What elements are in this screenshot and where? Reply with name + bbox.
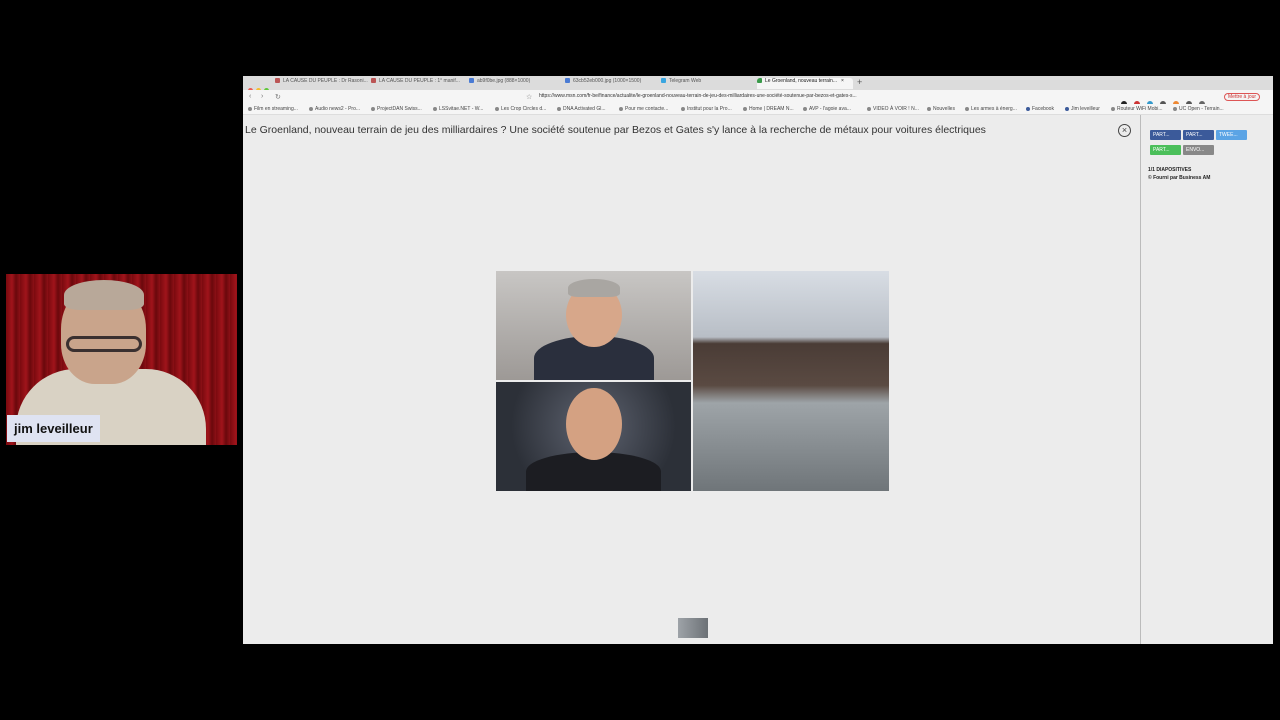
page-content: Le Groenland, nouveau terrain de jeu des… — [243, 115, 1273, 644]
bookmark-icon — [1065, 106, 1069, 111]
tab-label: ab9f0be.jpg (888×1000) — [477, 78, 531, 84]
tab-label: Le Groenland, nouveau terrain... — [765, 78, 837, 84]
slide-counter: 1/1 DIAPOSITIVES — [1148, 167, 1192, 173]
bookmark-item[interactable]: LSSvitae.NET - W... — [433, 106, 483, 112]
share-whatsapp-button[interactable]: PART... — [1150, 145, 1181, 155]
tab-1[interactable]: LA CAUSE DU PEUPLE : Dr Rasoni... — [275, 78, 369, 89]
hair-shape — [568, 279, 620, 297]
address-bar[interactable]: https://www.msn.com/fr-be/finance/actual… — [539, 93, 939, 101]
bookmark-icon — [495, 106, 499, 111]
bookmark-icon — [965, 106, 969, 111]
tab-5[interactable]: Telegram Web — [661, 78, 755, 89]
bookmark-item[interactable]: Audio news2 - Pro... — [309, 106, 360, 112]
bookmark-item[interactable]: Les Crop Circles d... — [495, 106, 546, 112]
webcam-name-label: jim leveilleur — [7, 415, 100, 442]
tab-favicon — [661, 78, 666, 84]
person-hair — [64, 280, 144, 310]
bookmark-item[interactable]: DNA Activated Gl... — [557, 106, 606, 112]
browser-toolbar: ‹ › ↻ ☆ https://www.msn.com/fr-be/financ… — [243, 90, 1273, 107]
tab-3[interactable]: ab9f0be.jpg (888×1000) — [469, 78, 563, 89]
tab-favicon — [469, 78, 474, 84]
bookmarks-bar: Film en streaming... Audio news2 - Pro..… — [243, 104, 1273, 115]
slide-thumbnail[interactable] — [678, 618, 708, 638]
forward-icon[interactable]: › — [261, 93, 263, 100]
close-tab-icon[interactable]: × — [841, 78, 844, 84]
bookmark-item[interactable]: Facebook — [1026, 106, 1054, 112]
bookmark-star-icon[interactable]: ☆ — [526, 93, 532, 101]
share-twitter-button[interactable]: TWEE... — [1216, 130, 1247, 140]
image-credit: © Fourni par Business AM — [1148, 175, 1211, 181]
reload-icon[interactable]: ↻ — [275, 93, 281, 101]
tab-favicon — [757, 78, 762, 84]
bookmark-icon — [433, 106, 437, 111]
photo-man-bald — [496, 382, 691, 491]
bookmark-icon — [803, 106, 807, 111]
bookmark-icon — [867, 106, 871, 111]
bookmark-item[interactable]: ProjectDAN Swiss... — [371, 106, 422, 112]
update-button[interactable]: Mettre à jour — [1224, 93, 1261, 101]
article-title: Le Groenland, nouveau terrain de jeu des… — [245, 124, 986, 136]
share-facebook-button[interactable]: PART... — [1183, 130, 1214, 140]
bookmark-icon — [557, 106, 561, 111]
tab-favicon — [275, 78, 280, 84]
slideshow-info: 1/1 DIAPOSITIVES © Fourni par Business A… — [1148, 166, 1210, 182]
tab-label: Telegram Web — [669, 78, 702, 84]
glasses — [66, 336, 142, 352]
bookmark-icon — [681, 106, 685, 111]
tab-2[interactable]: LA CAUSE DU PEUPLE : 1° manif... — [371, 78, 465, 89]
bookmark-item[interactable]: Routeur WiFi Mobi... — [1111, 106, 1163, 112]
share-linkedin-button[interactable]: PART... — [1150, 130, 1181, 140]
bookmark-item[interactable]: Jim leveilleur — [1065, 106, 1100, 112]
sidebar-divider — [1140, 115, 1141, 644]
share-email-button[interactable]: ENVO... — [1183, 145, 1214, 155]
bookmark-item[interactable]: Pour me contacte... — [619, 106, 668, 112]
bookmark-item[interactable]: Les armes à énerg... — [965, 106, 1017, 112]
bookmark-item[interactable]: VIDEO À VOIR ! N... — [867, 106, 919, 112]
face-shape — [566, 388, 622, 460]
tab-4[interactable]: 63cb52eb000.jpg (1000×1500) — [565, 78, 659, 89]
tab-active[interactable]: Le Groenland, nouveau terrain... × — [757, 78, 853, 89]
bookmark-item[interactable]: UC Open - Terrain... — [1173, 106, 1224, 112]
bookmark-item[interactable]: Film en streaming... — [248, 106, 298, 112]
tab-favicon — [371, 78, 376, 84]
bookmark-icon — [619, 106, 623, 111]
bookmark-icon — [743, 106, 747, 111]
photo-man-glasses — [496, 271, 691, 380]
new-tab-button[interactable]: + — [857, 77, 862, 87]
back-icon[interactable]: ‹ — [249, 93, 251, 100]
article-image-collage[interactable] — [496, 271, 889, 491]
photo-greenland-landscape — [693, 271, 889, 491]
bookmark-icon — [371, 106, 375, 111]
bookmark-icon — [1173, 106, 1177, 111]
bookmark-icon — [309, 106, 313, 111]
tab-favicon — [565, 78, 570, 84]
bookmark-icon — [1026, 106, 1030, 111]
tab-label: LA CAUSE DU PEUPLE : Dr Rasoni... — [283, 78, 368, 84]
bookmark-item[interactable]: Home | DREAM N... — [743, 106, 794, 112]
bookmark-item[interactable]: AVP - l'agoie ava... — [803, 106, 851, 112]
webcam-overlay: jim leveilleur — [6, 274, 237, 445]
bookmark-item[interactable]: Nouvelles — [927, 106, 955, 112]
bookmark-icon — [248, 106, 252, 111]
tab-label: 63cb52eb000.jpg (1000×1500) — [573, 78, 642, 84]
bookmark-icon — [927, 106, 931, 111]
bookmark-item[interactable]: Institut pour la Pro... — [681, 106, 732, 112]
tab-bar: LA CAUSE DU PEUPLE : Dr Rasoni... LA CAU… — [243, 76, 1273, 93]
close-slideshow-button[interactable]: × — [1118, 124, 1131, 137]
bookmark-icon — [1111, 106, 1115, 111]
browser-window: LA CAUSE DU PEUPLE : Dr Rasoni... LA CAU… — [243, 76, 1273, 644]
tab-label: LA CAUSE DU PEUPLE : 1° manif... — [379, 78, 460, 84]
